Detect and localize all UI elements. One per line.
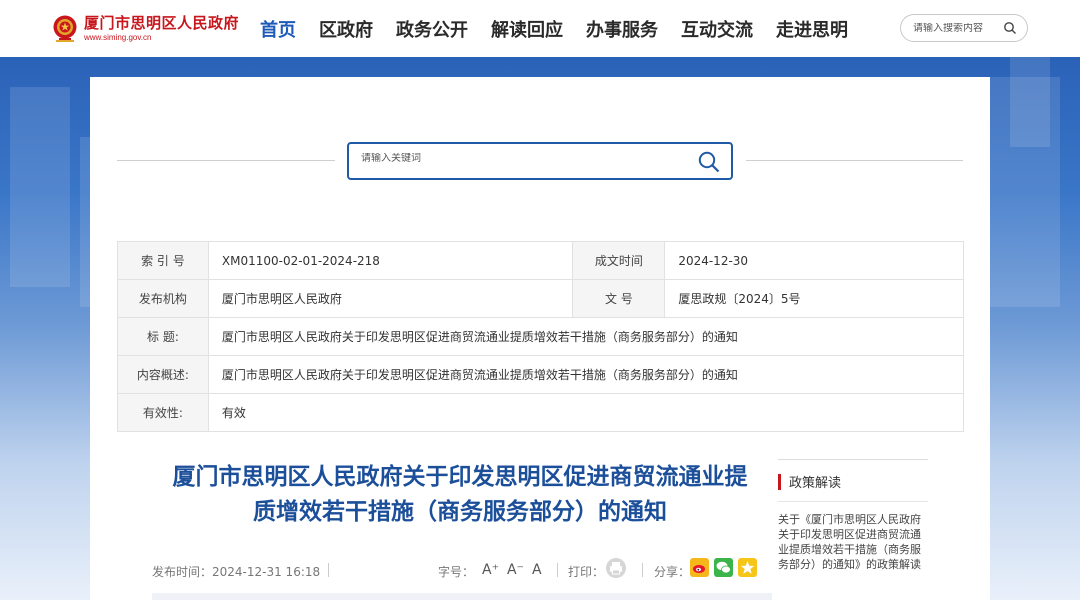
article-title: 厦门市思明区人民政府关于印发思明区促进商贸流通业提 质增效若干措施（商务服务部分… xyxy=(150,460,770,530)
keyword-search-box xyxy=(347,142,733,180)
article-title-line: 质增效若干措施（商务服务部分）的通知 xyxy=(253,499,667,525)
nav-interaction[interactable]: 互动交流 xyxy=(681,16,753,42)
print-button[interactable] xyxy=(606,558,626,578)
nav-district-government[interactable]: 区政府 xyxy=(319,16,373,42)
table-row: 内容概述: 厦门市思明区人民政府关于印发思明区促进商贸流通业提质增效若干措施（商… xyxy=(117,355,965,394)
nav-home[interactable]: 首页 xyxy=(260,16,296,42)
publisher-label: 发布机构 xyxy=(117,279,209,318)
validity-label: 有效性: xyxy=(117,393,209,432)
wechat-icon xyxy=(716,561,731,574)
policy-interpretation-panel: 政策解读 关于《厦门市思明区人民政府关于印发思明区促进商贸流通业提质增效若干措施… xyxy=(778,459,928,572)
top-header: 厦门市思明区人民政府 www.siming.gov.cn 首页 区政府 政务公开… xyxy=(0,0,1080,57)
article-info-bar: 发布时间：2024-12-31 16:18 字号： A⁺ A⁻ A 打印： 分享… xyxy=(152,557,772,583)
weibo-share-button[interactable] xyxy=(690,558,709,577)
date-value: 2024-12-30 xyxy=(664,241,964,280)
wechat-share-button[interactable] xyxy=(714,558,733,577)
panel-heading: 政策解读 xyxy=(778,472,928,491)
summary-label: 内容概述: xyxy=(117,355,209,394)
font-size-label: 字号： xyxy=(438,565,475,579)
table-row: 索 引 号 XM01100-02-01-2024-218 成文时间 2024-1… xyxy=(117,241,964,280)
doc-number-value: 厦思政规〔2024〕5号 xyxy=(664,279,964,318)
separator xyxy=(328,563,329,577)
site-name: 厦门市思明区人民政府 xyxy=(84,14,240,32)
panel-heading-text: 政策解读 xyxy=(789,476,842,491)
qzone-star-icon xyxy=(740,561,755,574)
table-row: 有效性: 有效 xyxy=(117,393,965,432)
doc-number-label: 文 号 xyxy=(572,279,666,318)
divider-line xyxy=(778,459,928,460)
content-card: 索 引 号 XM01100-02-01-2024-218 成文时间 2024-1… xyxy=(90,77,990,600)
nav-interpretation[interactable]: 解读回应 xyxy=(491,16,563,42)
table-row: 发布机构 厦门市思明区人民政府 文 号 厦思政规〔2024〕5号 xyxy=(117,279,964,318)
main-nav: 首页 区政府 政务公开 解读回应 办事服务 互动交流 走进思明 xyxy=(260,0,871,57)
font-normal-button[interactable]: A xyxy=(532,562,542,578)
divider-line xyxy=(117,160,335,161)
separator xyxy=(557,563,558,577)
nav-government-affairs[interactable]: 政务公开 xyxy=(396,16,468,42)
weibo-icon xyxy=(693,565,705,573)
font-decrease-button[interactable]: A⁻ xyxy=(507,562,524,578)
site-logo[interactable]: 厦门市思明区人民政府 www.siming.gov.cn xyxy=(52,14,239,44)
publish-time: 发布时间：2024-12-31 16:18 xyxy=(152,565,321,579)
site-url: www.siming.gov.cn xyxy=(84,33,152,42)
separator xyxy=(642,563,643,577)
divider-line xyxy=(746,160,963,161)
policy-interpretation-link[interactable]: 关于《厦门市思明区人民政府关于印发思明区促进商贸流通业提质增效若干措施（商务服务… xyxy=(778,512,928,572)
heading-accent-bar xyxy=(778,473,781,490)
date-label: 成文时间 xyxy=(572,241,666,280)
header-search-input[interactable] xyxy=(913,22,1001,34)
title-label: 标 题: xyxy=(117,317,209,356)
title-value: 厦门市思明区人民政府关于印发思明区促进商贸流通业提质增效若干措施（商务服务部分）… xyxy=(207,317,965,356)
summary-value: 厦门市思明区人民政府关于印发思明区促进商贸流通业提质增效若干措施（商务服务部分）… xyxy=(207,355,965,394)
validity-value: 有效 xyxy=(207,393,965,432)
article-title-line: 厦门市思明区人民政府关于印发思明区促进商贸流通业提 xyxy=(172,464,748,490)
qzone-share-button[interactable] xyxy=(738,558,757,577)
publisher-value: 厦门市思明区人民政府 xyxy=(207,279,574,318)
font-increase-button[interactable]: A⁺ xyxy=(482,562,499,578)
index-label: 索 引 号 xyxy=(117,241,209,280)
article-body xyxy=(152,593,772,600)
national-emblem-icon xyxy=(53,15,77,42)
keyword-search-input[interactable] xyxy=(361,153,661,164)
share-label: 分享： xyxy=(654,565,691,579)
divider-line xyxy=(778,501,928,502)
nav-services[interactable]: 办事服务 xyxy=(586,16,658,42)
printer-icon xyxy=(610,562,622,575)
search-icon[interactable] xyxy=(697,150,721,174)
nav-about-siming[interactable]: 走进思明 xyxy=(776,16,848,42)
table-row: 标 题: 厦门市思明区人民政府关于印发思明区促进商贸流通业提质增效若干措施（商务… xyxy=(117,317,965,356)
print-label: 打印： xyxy=(568,565,605,579)
document-meta-table: 索 引 号 XM01100-02-01-2024-218 成文时间 2024-1… xyxy=(117,241,965,432)
header-search-box xyxy=(900,14,1028,42)
search-icon[interactable] xyxy=(1003,21,1017,35)
keyword-search-row xyxy=(90,142,990,180)
index-value: XM01100-02-01-2024-218 xyxy=(207,241,574,280)
